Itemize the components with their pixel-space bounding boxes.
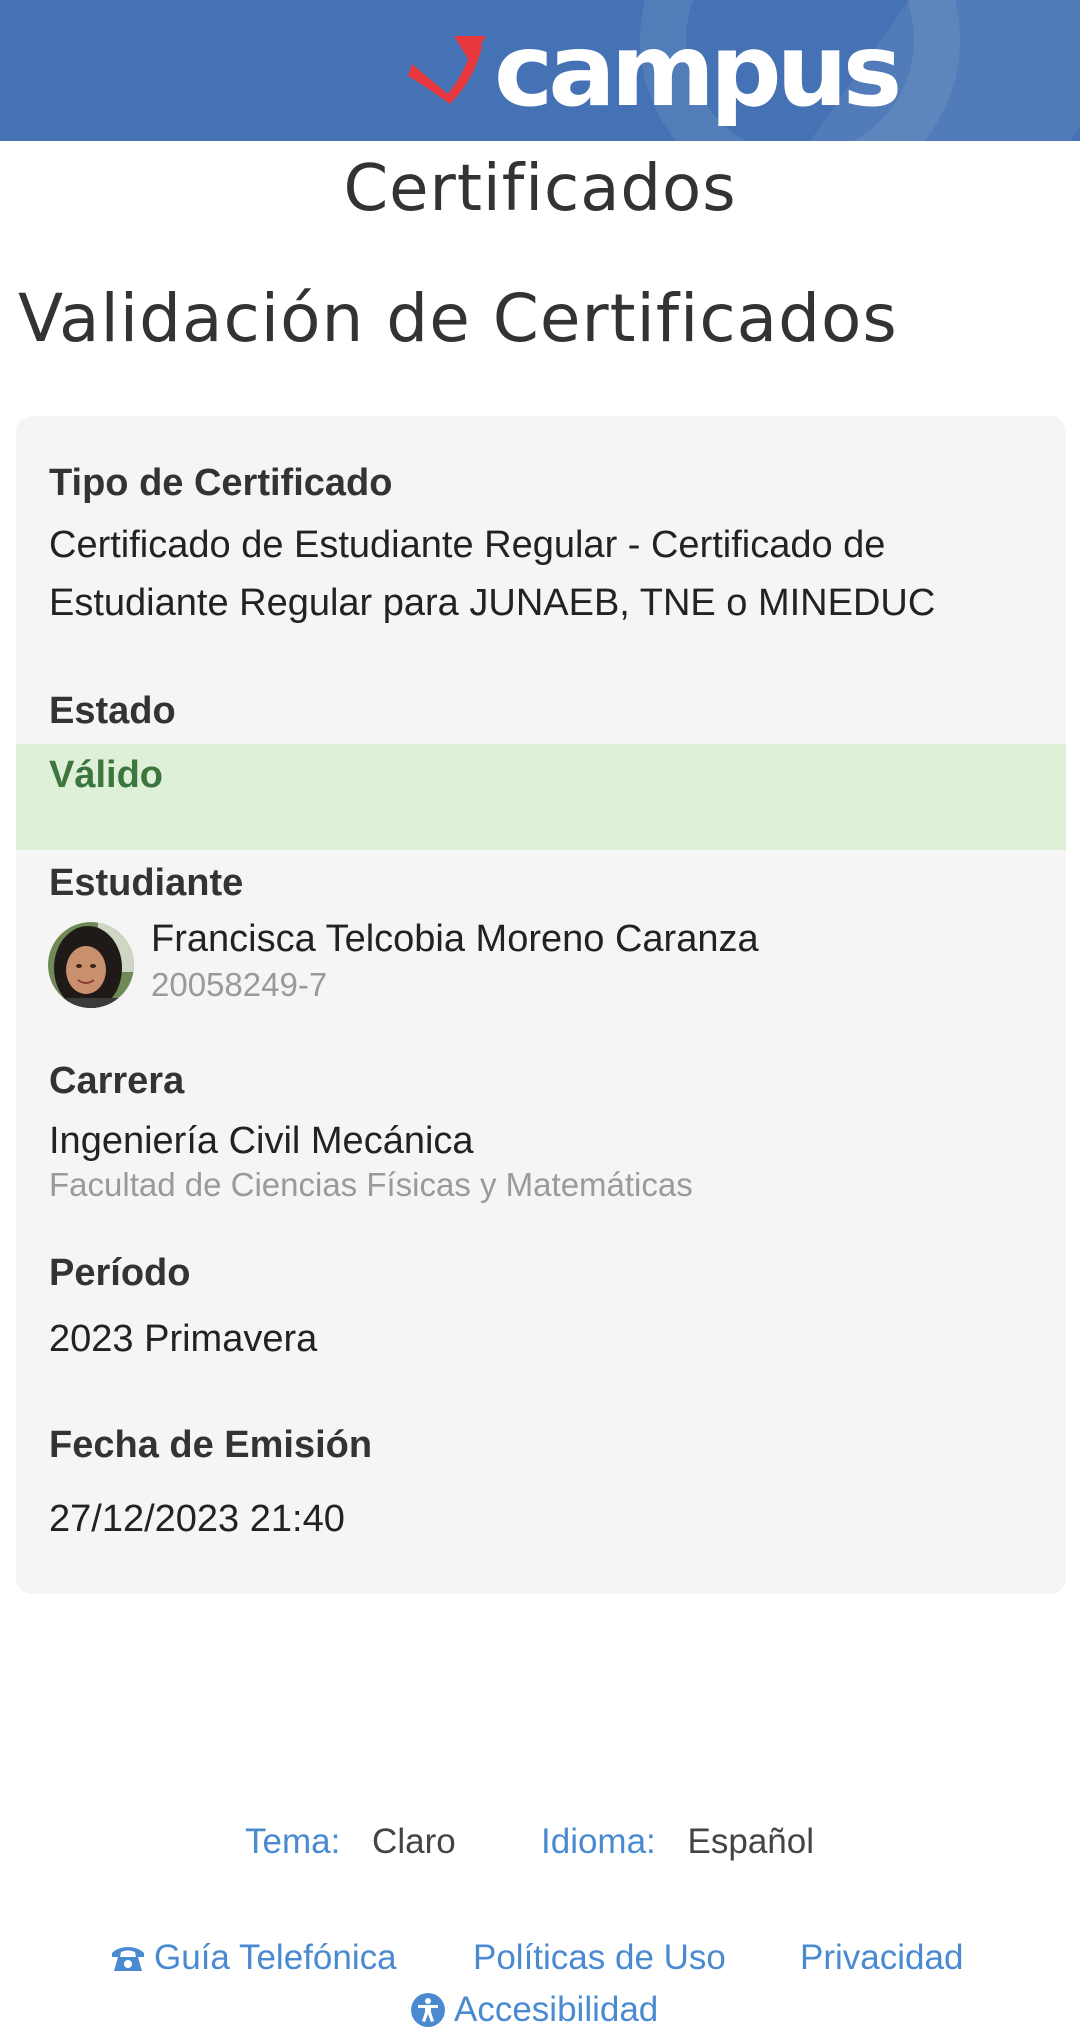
accesibilidad-link[interactable]: Accesibilidad xyxy=(410,1990,658,2030)
language-selector[interactable]: Idioma: Español xyxy=(541,1822,814,1862)
periodo-label: Período xyxy=(49,1252,191,1294)
status-badge xyxy=(16,744,1066,850)
certificate-card: Tipo de Certificado Certificado de Estud… xyxy=(16,416,1066,1594)
campus-logo-mark-icon xyxy=(408,36,486,104)
politicas-de-uso-label: Políticas de Uso xyxy=(473,1938,726,1977)
facultad-value: Facultad de Ciencias Físicas y Matemátic… xyxy=(49,1166,693,1203)
accesibilidad-label: Accesibilidad xyxy=(454,1990,659,2029)
phone-icon xyxy=(112,1947,144,1971)
tipo-label: Tipo de Certificado xyxy=(49,462,393,504)
campus-logo[interactable]: campus xyxy=(408,12,902,129)
campus-logo-text: campus xyxy=(494,12,902,129)
privacidad-link[interactable]: Privacidad xyxy=(800,1938,963,1978)
fecha-value: 27/12/2023 21:40 xyxy=(49,1498,345,1540)
avatar-photo-icon xyxy=(48,922,134,1008)
tipo-value: Certificado de Estudiante Regular - Cert… xyxy=(49,524,936,624)
language-value[interactable]: Español xyxy=(688,1822,814,1861)
accessibility-icon xyxy=(411,1993,445,2027)
status-text: Válido xyxy=(49,754,164,796)
page-title: Certificados xyxy=(343,152,737,226)
student-id: 20058249-7 xyxy=(151,966,328,1003)
theme-label: Tema: xyxy=(245,1822,341,1861)
politicas-de-uso-link[interactable]: Políticas de Uso xyxy=(473,1938,726,1978)
theme-value[interactable]: Claro xyxy=(372,1822,456,1861)
language-label: Idioma: xyxy=(541,1822,656,1861)
guia-telefonica-link[interactable]: Guía Telefónica xyxy=(110,1938,397,1978)
fecha-label: Fecha de Emisión xyxy=(49,1424,373,1466)
estudiante-label: Estudiante xyxy=(49,862,244,904)
avatar xyxy=(48,922,134,1008)
periodo-value: 2023 Primavera xyxy=(49,1318,318,1360)
carrera-label: Carrera xyxy=(49,1060,185,1102)
guia-telefonica-label: Guía Telefónica xyxy=(154,1938,397,1977)
carrera-value: Ingeniería Civil Mecánica xyxy=(49,1120,474,1162)
theme-selector[interactable]: Tema: Claro xyxy=(245,1822,456,1862)
privacidad-label: Privacidad xyxy=(800,1938,964,1977)
student-name: Francisca Telcobia Moreno Caranza xyxy=(151,918,759,960)
section-title: Validación de Certificados xyxy=(18,280,898,357)
app-header: campus xyxy=(0,0,1080,141)
estado-label: Estado xyxy=(49,690,176,732)
